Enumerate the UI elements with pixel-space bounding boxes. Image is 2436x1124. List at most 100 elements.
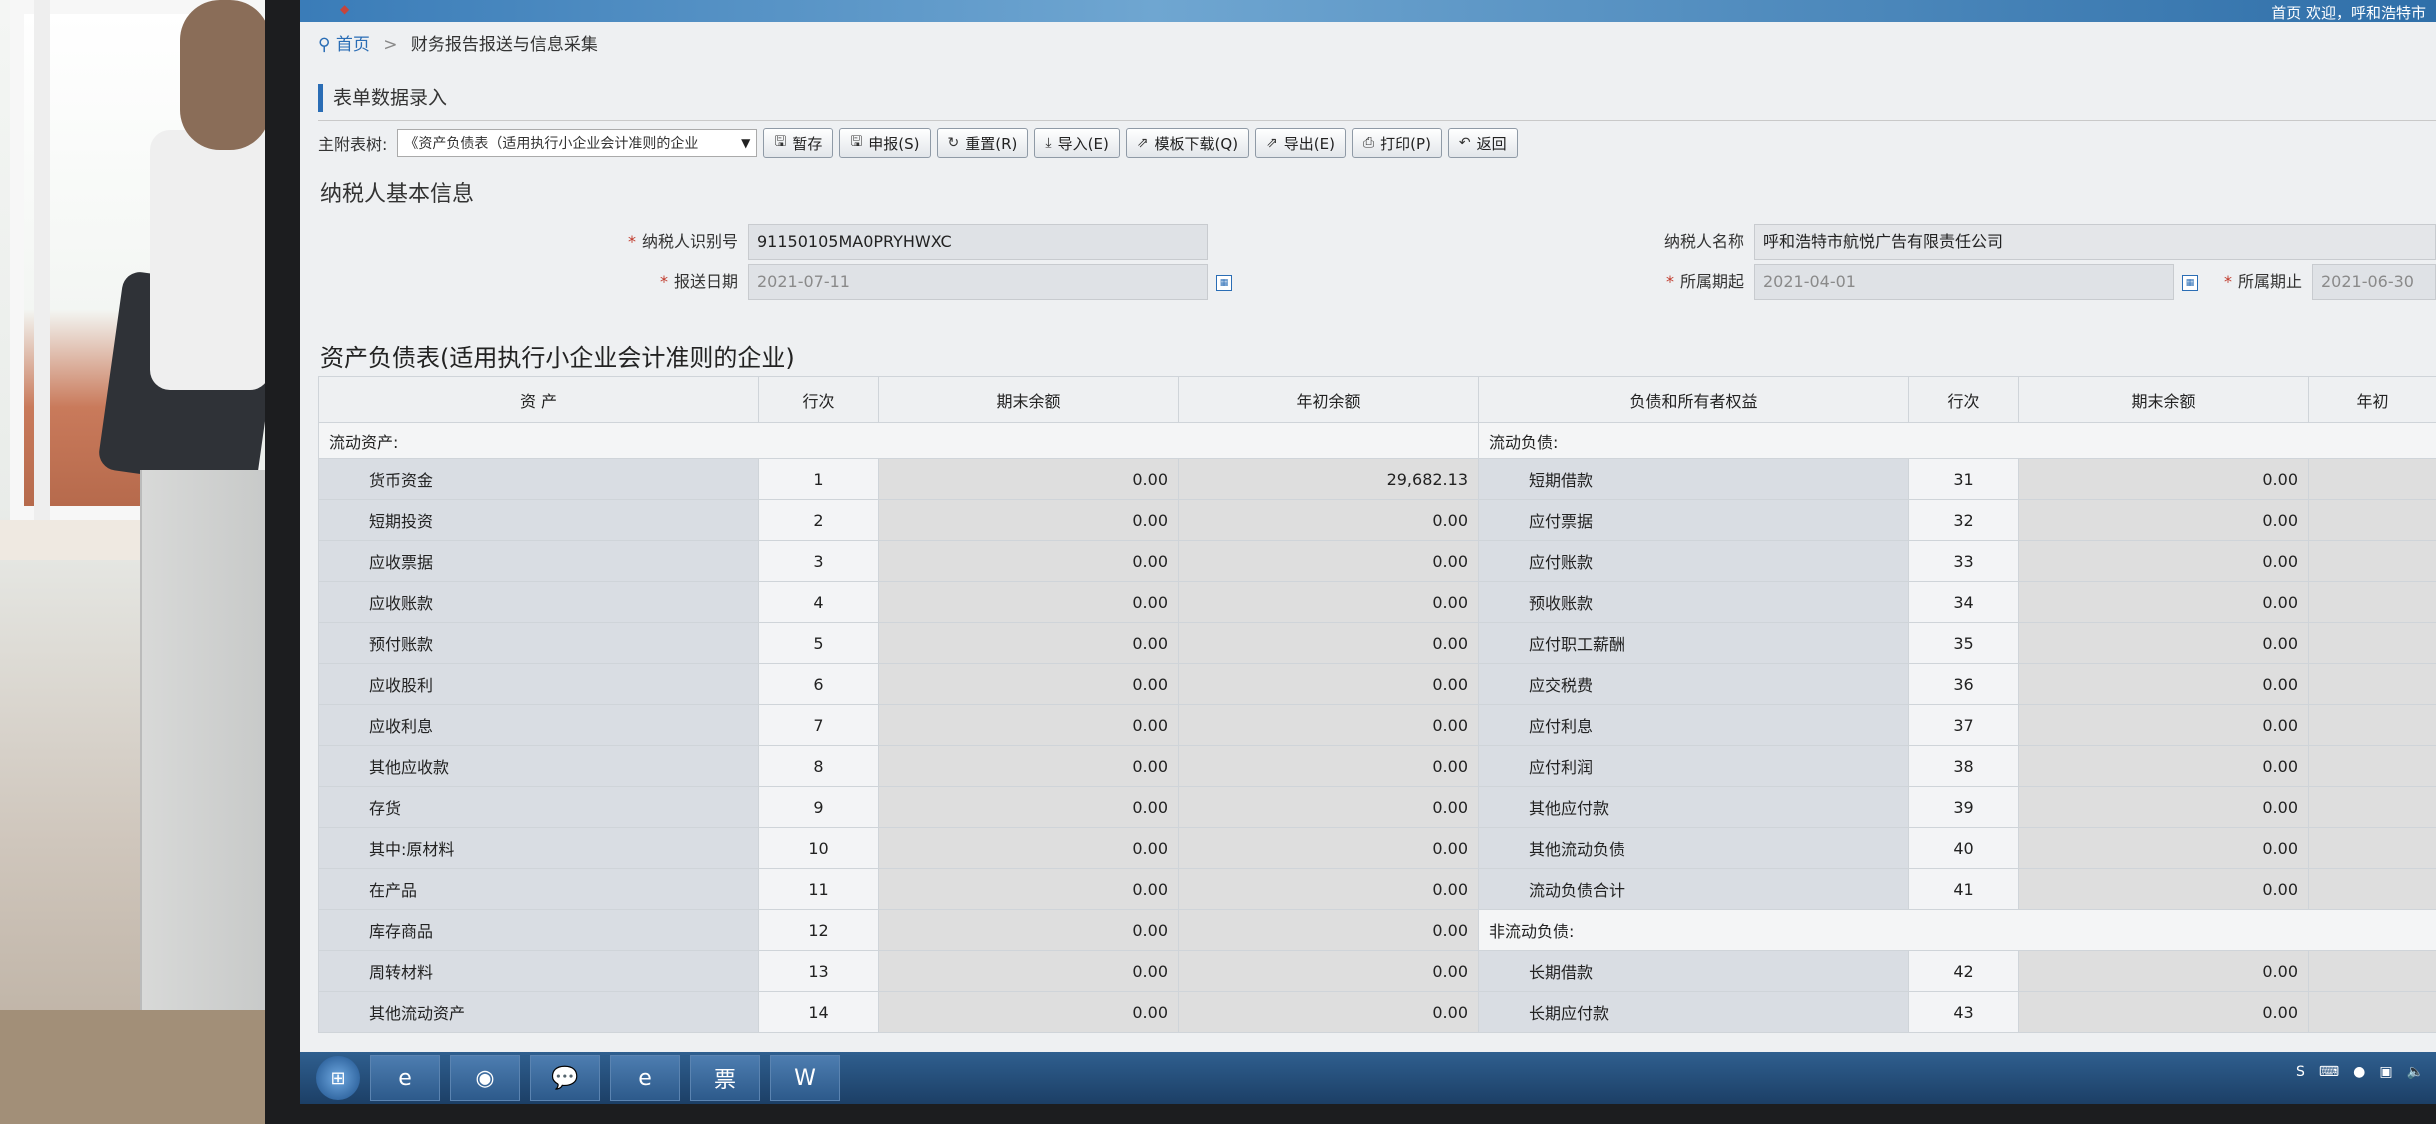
calendar-icon[interactable]: ▦ <box>1216 275 1232 291</box>
period-start-field[interactable]: 2021-04-01 <box>1754 264 2174 300</box>
export-button[interactable]: ⇗ 导出(E) <box>1255 128 1346 158</box>
liability-ending-balance[interactable]: 0.00 <box>2018 745 2309 787</box>
asset-beginning-balance[interactable]: 0.00 <box>1178 581 1479 623</box>
asset-item: 预付账款 <box>318 622 759 664</box>
liability-item: 应交税费 <box>1478 663 1909 705</box>
tray-app-icon[interactable]: S <box>2296 1064 2305 1080</box>
period-end-field[interactable]: 2021-06-30 <box>2312 264 2436 300</box>
liability-ending-balance[interactable]: 0.00 <box>2018 868 2309 910</box>
tray-input-icon[interactable]: ⌨ <box>2319 1064 2339 1080</box>
asset-beginning-balance[interactable]: 0.00 <box>1178 540 1479 582</box>
back-button[interactable]: ↶ 返回 <box>1447 128 1518 158</box>
liability-beginning-balance[interactable] <box>2308 622 2436 664</box>
liability-item: 流动负债合计 <box>1478 868 1909 910</box>
asset-ending-balance[interactable]: 0.00 <box>878 663 1179 705</box>
table-row: 存货 9 0.00 0.00 其他应付款 39 0.00 <box>318 786 2436 828</box>
liability-beginning-balance[interactable] <box>2308 704 2436 746</box>
breadcrumb-home[interactable]: 首页 <box>336 35 370 55</box>
ie-icon[interactable]: e <box>610 1055 680 1101</box>
liability-beginning-balance[interactable] <box>2308 991 2436 1033</box>
tray-wechat-icon[interactable]: ● <box>2353 1064 2365 1080</box>
asset-ending-balance[interactable]: 0.00 <box>878 868 1179 910</box>
liability-beginning-balance[interactable] <box>2308 458 2436 500</box>
form-tree-select[interactable]: 《资产负债表（适用执行小企业会计准则的企业 ▼ <box>397 129 758 157</box>
asset-ending-balance[interactable]: 0.00 <box>878 909 1179 951</box>
liability-item: 长期借款 <box>1478 950 1909 992</box>
asset-ending-balance[interactable]: 0.00 <box>878 581 1179 623</box>
import-label: 导入(E) <box>1057 134 1109 153</box>
liability-ending-balance[interactable]: 0.00 <box>2018 581 2309 623</box>
form-tree-label: 主附表树: <box>318 135 388 154</box>
asset-beginning-balance[interactable]: 0.00 <box>1178 827 1479 869</box>
asset-beginning-balance[interactable]: 29,682.13 <box>1178 458 1479 500</box>
liability-ending-balance[interactable]: 0.00 <box>2018 950 2309 992</box>
liability-beginning-balance[interactable] <box>2308 540 2436 582</box>
liability-ending-balance[interactable]: 0.00 <box>2018 622 2309 664</box>
asset-ending-balance[interactable]: 0.00 <box>878 950 1179 992</box>
taskbar: ⊞ e ◉ 💬 e 票 W S ⌨ ● ▣ 🔈 <box>300 1052 2436 1104</box>
print-button[interactable]: ⎙ 打印(P) <box>1351 128 1442 158</box>
asset-ending-balance[interactable]: 0.00 <box>878 622 1179 664</box>
asset-beginning-balance[interactable]: 0.00 <box>1178 745 1479 787</box>
period-end-label: * 所属期止 <box>2202 262 2302 302</box>
reset-button[interactable]: ↻ 重置(R) <box>936 128 1029 158</box>
liability-line-number: 39 <box>1908 786 2019 828</box>
liability-ending-balance[interactable]: 0.00 <box>2018 827 2309 869</box>
liability-ending-balance[interactable]: 0.00 <box>2018 540 2309 582</box>
asset-ending-balance[interactable]: 0.00 <box>878 786 1179 828</box>
save-draft-button[interactable]: 🖫 暂存 <box>763 128 834 158</box>
word-icon[interactable]: W <box>770 1055 840 1101</box>
invoice-icon[interactable]: 票 <box>690 1055 760 1101</box>
asset-beginning-balance[interactable]: 0.00 <box>1178 622 1479 664</box>
system-tray: S ⌨ ● ▣ 🔈 <box>2296 1064 2424 1080</box>
liability-ending-balance[interactable]: 0.00 <box>2018 786 2309 828</box>
wechat-icon[interactable]: 💬 <box>530 1055 600 1101</box>
asset-ending-balance[interactable]: 0.00 <box>878 745 1179 787</box>
asset-ending-balance[interactable]: 0.00 <box>878 458 1179 500</box>
tray-volume-icon[interactable]: 🔈 <box>2407 1064 2424 1080</box>
asset-ending-balance[interactable]: 0.00 <box>878 704 1179 746</box>
asset-beginning-balance[interactable]: 0.00 <box>1178 950 1479 992</box>
submit-button[interactable]: 🖫 申报(S) <box>839 128 931 158</box>
asset-beginning-balance[interactable]: 0.00 <box>1178 663 1479 705</box>
liability-ending-balance[interactable]: 0.00 <box>2018 991 2309 1033</box>
asset-beginning-balance[interactable]: 0.00 <box>1178 991 1479 1033</box>
liability-beginning-balance[interactable] <box>2308 786 2436 828</box>
asset-beginning-balance[interactable]: 0.00 <box>1178 786 1479 828</box>
asset-line-number: 1 <box>758 458 879 500</box>
asset-item: 库存商品 <box>318 909 759 951</box>
liability-line-number: 34 <box>1908 581 2019 623</box>
table-row: 预付账款 5 0.00 0.00 应付职工薪酬 35 0.00 <box>318 622 2436 664</box>
asset-ending-balance[interactable]: 0.00 <box>878 540 1179 582</box>
asset-beginning-balance[interactable]: 0.00 <box>1178 704 1479 746</box>
liability-line-number: 40 <box>1908 827 2019 869</box>
asset-ending-balance[interactable]: 0.00 <box>878 991 1179 1033</box>
start-button[interactable]: ⊞ <box>316 1056 360 1100</box>
liability-beginning-balance[interactable] <box>2308 663 2436 705</box>
chrome-icon[interactable]: ◉ <box>450 1055 520 1101</box>
liability-ending-balance[interactable]: 0.00 <box>2018 499 2309 541</box>
liability-item: 短期借款 <box>1478 458 1909 500</box>
liability-beginning-balance[interactable] <box>2308 827 2436 869</box>
asset-ending-balance[interactable]: 0.00 <box>878 827 1179 869</box>
template-download-button[interactable]: ⇗ 模板下载(Q) <box>1125 128 1250 158</box>
report-date-field[interactable]: 2021-07-11 <box>748 264 1208 300</box>
liability-beginning-balance[interactable] <box>2308 868 2436 910</box>
report-date-label-text: 报送日期 <box>673 272 738 291</box>
liability-beginning-balance[interactable] <box>2308 745 2436 787</box>
liability-ending-balance[interactable]: 0.00 <box>2018 458 2309 500</box>
tray-network-icon[interactable]: ▣ <box>2379 1064 2392 1080</box>
liability-ending-balance[interactable]: 0.00 <box>2018 663 2309 705</box>
liability-beginning-balance[interactable] <box>2308 581 2436 623</box>
asset-beginning-balance[interactable]: 0.00 <box>1178 909 1479 951</box>
asset-beginning-balance[interactable]: 0.00 <box>1178 499 1479 541</box>
liability-ending-balance[interactable]: 0.00 <box>2018 704 2309 746</box>
import-button[interactable]: ⤓ 导入(E) <box>1034 128 1120 158</box>
asset-ending-balance[interactable]: 0.00 <box>878 499 1179 541</box>
liability-line-number: 37 <box>1908 704 2019 746</box>
liability-beginning-balance[interactable] <box>2308 499 2436 541</box>
asset-beginning-balance[interactable]: 0.00 <box>1178 868 1479 910</box>
ie-icon[interactable]: e <box>370 1055 440 1101</box>
liability-beginning-balance[interactable] <box>2308 950 2436 992</box>
calendar-icon[interactable]: ▦ <box>2182 275 2198 291</box>
